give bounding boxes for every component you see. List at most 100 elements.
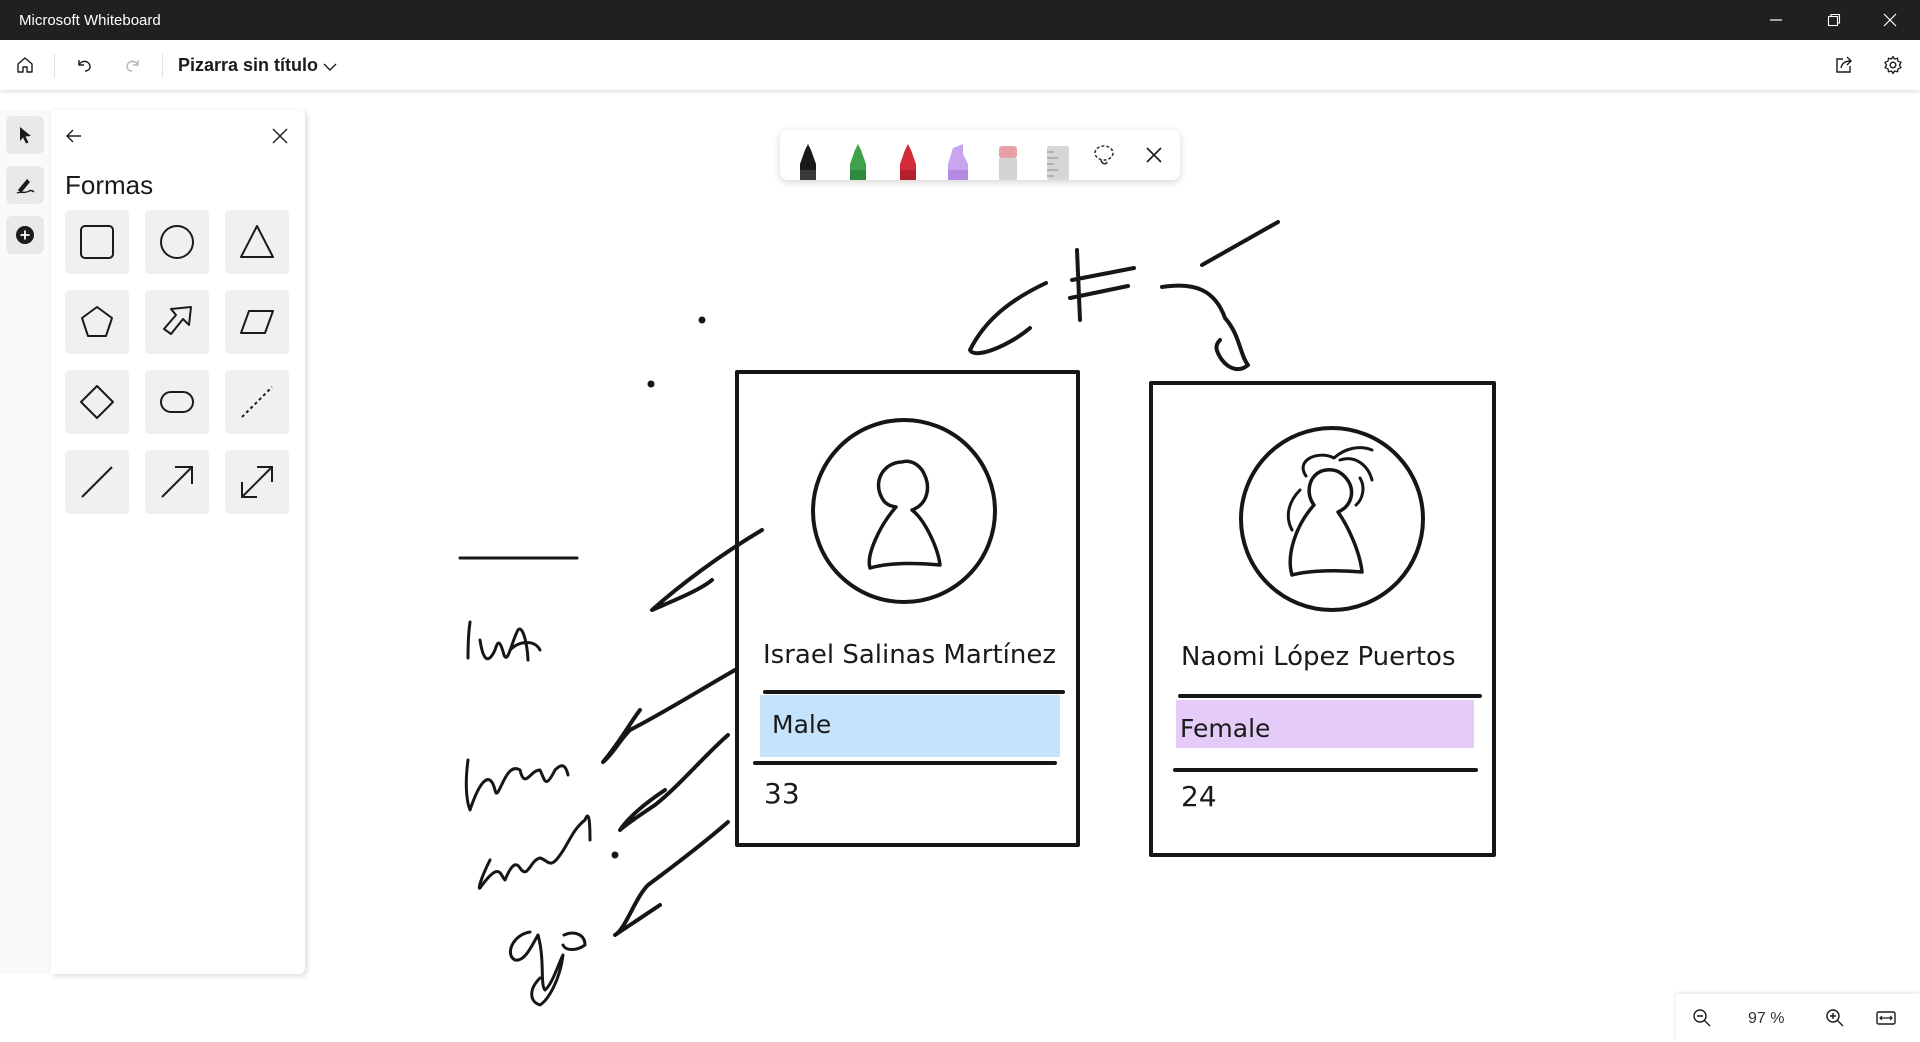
zoom-out-button[interactable] <box>1686 1002 1718 1034</box>
eraser-tool[interactable] <box>994 144 1022 180</box>
handwriting-age <box>509 930 587 1007</box>
gear-icon <box>1884 55 1902 75</box>
green-pen-tool[interactable] <box>844 144 872 180</box>
share-icon <box>1836 56 1852 73</box>
dashed-line-icon <box>241 386 273 418</box>
close-panel-button[interactable] <box>264 120 296 152</box>
zoom-controls: 97 % <box>1676 994 1920 1042</box>
parallelogram-icon <box>240 310 274 334</box>
add-button[interactable] <box>6 216 44 254</box>
plus-circle-icon <box>16 226 34 244</box>
board-title-dropdown[interactable] <box>314 51 346 83</box>
black-pen-tool[interactable] <box>794 144 822 180</box>
scribble <box>968 281 1048 356</box>
zoom-level: 97 % <box>1748 1010 1785 1027</box>
shape-arrow[interactable] <box>145 450 209 514</box>
card-frame-1[interactable] <box>735 370 1080 847</box>
double-arrow-icon <box>241 466 273 498</box>
board-title[interactable]: Pizarra sin título <box>178 55 318 76</box>
square-icon <box>80 225 114 259</box>
shape-pentagon[interactable] <box>65 290 129 354</box>
purple-highlighter-tool[interactable] <box>944 144 972 180</box>
close-icon <box>1883 13 1897 27</box>
fit-to-screen-button[interactable] <box>1870 1002 1902 1034</box>
dot <box>611 851 619 859</box>
diamond-icon <box>80 385 114 419</box>
card-1-gender[interactable]: Male <box>772 710 831 739</box>
app-title: Microsoft Whiteboard <box>19 12 161 29</box>
shape-line[interactable] <box>65 450 129 514</box>
chevron-down-icon <box>323 63 337 71</box>
lasso-select-icon[interactable] <box>1092 143 1116 167</box>
arrow-icon <box>161 466 193 498</box>
home-icon <box>17 57 33 73</box>
scribble <box>1068 248 1136 322</box>
card-2-gender[interactable]: Female <box>1180 714 1270 743</box>
close-window-button[interactable] <box>1862 0 1918 40</box>
separator <box>54 54 55 78</box>
panel-title: Formas <box>65 170 154 200</box>
redo-button[interactable] <box>117 49 149 81</box>
avatar-circle-1[interactable] <box>811 418 997 604</box>
red-pen-tool[interactable] <box>894 144 922 180</box>
title-bar: Microsoft Whiteboard <box>0 0 1920 40</box>
minimize-icon <box>1770 19 1782 21</box>
fit-to-screen-icon <box>1876 1011 1896 1025</box>
shape-double-arrow[interactable] <box>225 450 289 514</box>
handwriting-img <box>466 620 542 662</box>
handwriting-gender <box>477 814 592 890</box>
restore-button[interactable] <box>1806 0 1862 40</box>
circle-icon <box>160 225 194 259</box>
arrow-block-icon <box>163 306 192 335</box>
app-bar: Pizarra sin título <box>0 40 1920 90</box>
avatar-person-1 <box>867 459 942 570</box>
close-icon[interactable] <box>1144 145 1164 165</box>
shape-arrow-block[interactable] <box>145 290 209 354</box>
shape-square[interactable] <box>65 210 129 274</box>
select-tool-button[interactable] <box>6 116 44 154</box>
close-icon <box>272 128 288 144</box>
pen-toolbar <box>780 130 1180 180</box>
settings-button[interactable] <box>1877 49 1909 81</box>
ruler-tool[interactable] <box>1044 144 1072 180</box>
zoom-in-icon <box>1826 1009 1844 1027</box>
arrow-to-avatar <box>650 528 764 612</box>
zoom-out-icon <box>1693 1009 1711 1027</box>
share-button[interactable] <box>1828 49 1860 81</box>
arrow-to-gender <box>618 733 730 832</box>
shape-dashed-line[interactable] <box>225 370 289 434</box>
shape-parallelogram[interactable] <box>225 290 289 354</box>
restore-icon <box>1827 13 1841 27</box>
card-2-age[interactable]: 24 <box>1181 780 1217 813</box>
avatar-hair <box>1286 446 1374 532</box>
zoom-in-button[interactable] <box>1819 1002 1851 1034</box>
minimize-button[interactable] <box>1748 0 1804 40</box>
home-button[interactable] <box>9 49 41 81</box>
card-2-name[interactable]: Naomi López Puertos <box>1181 642 1456 672</box>
undo-icon <box>78 60 91 72</box>
undo-button[interactable] <box>68 49 100 81</box>
avatar-person-2 <box>1288 468 1364 577</box>
handwriting-name <box>464 758 570 812</box>
dot <box>647 380 655 388</box>
pen-icon <box>16 179 35 194</box>
dot <box>698 316 706 324</box>
redo-icon <box>126 60 139 72</box>
separator <box>162 54 163 78</box>
avatar-circle-2[interactable] <box>1239 426 1425 612</box>
tool-rail <box>0 110 52 974</box>
back-button[interactable] <box>58 120 90 152</box>
shape-circle[interactable] <box>145 210 209 274</box>
shape-diamond[interactable] <box>65 370 129 434</box>
scribble <box>1200 220 1280 267</box>
shapes-panel: Formas <box>51 110 305 974</box>
card-1-age[interactable]: 33 <box>764 777 800 810</box>
rounded-rectangle-icon <box>160 391 194 413</box>
shape-triangle[interactable] <box>225 210 289 274</box>
back-arrow-icon <box>66 129 81 143</box>
card-1-name[interactable]: Israel Salinas Martínez <box>763 640 1056 670</box>
pen-tool-button[interactable] <box>6 166 44 204</box>
arrow-to-age <box>613 820 730 937</box>
shape-rounded-rectangle[interactable] <box>145 370 209 434</box>
line-icon <box>81 466 113 498</box>
